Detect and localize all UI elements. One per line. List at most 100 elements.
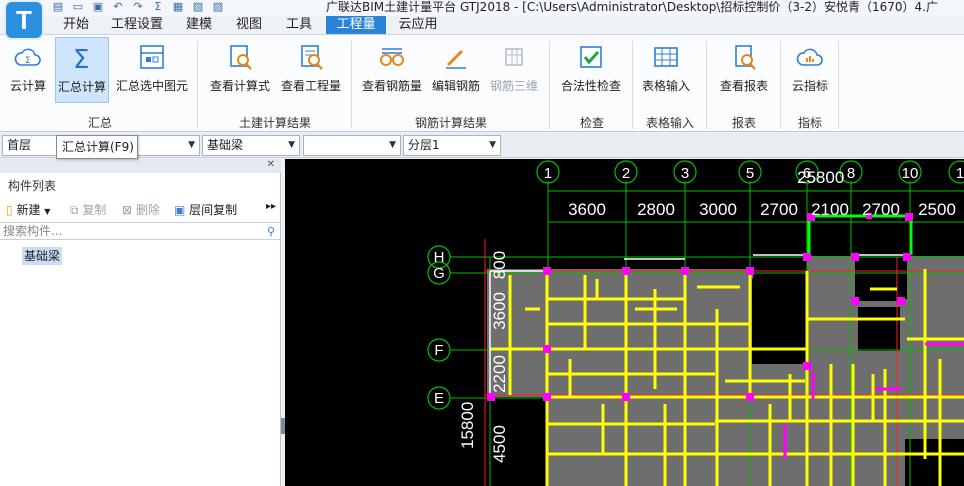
column-axis-label: 10: [902, 165, 919, 182]
quick-tool-3-icon[interactable]: ▧: [212, 0, 224, 14]
view-formula-button[interactable]: 查看计算式: [206, 37, 274, 103]
column-axis-label: 8: [847, 165, 855, 182]
group-label-report: 报表: [731, 116, 756, 130]
panel-title: 构件列表: [8, 179, 57, 193]
cloud-index-label: 云指标: [791, 79, 828, 93]
edit-rebar-button[interactable]: 编辑钢筋: [429, 37, 483, 103]
report-icon: [735, 45, 756, 70]
summary-selected-button[interactable]: 汇总选中图元: [113, 37, 191, 103]
column-axis-label: 3: [681, 165, 689, 182]
validity-check-button[interactable]: 合法性检查: [556, 37, 626, 103]
summary-calc-label: 汇总计算: [57, 80, 106, 94]
copy-button[interactable]: ⧉ 复制: [70, 201, 106, 218]
group-separator: [632, 41, 633, 129]
window-title: 广联达BIM土建计量平台 GTJ2018 - [C:\Users\Adminis…: [326, 0, 938, 14]
check-icon: [580, 46, 602, 68]
tab-view[interactable]: 视图: [226, 16, 272, 34]
column-axis-label: 1: [956, 165, 964, 182]
category-select[interactable]: ▼: [136, 135, 200, 156]
cloud-calc-button[interactable]: Σ 云计算: [4, 37, 52, 103]
panel-toolbar: ▯ 新建 ▼ ⧉ 复制 ⊠ 删除 ▣ 层间复制 ▸▸: [0, 197, 281, 221]
summary-selected-label: 汇总选中图元: [115, 79, 188, 93]
table-input-button[interactable]: 表格输入: [638, 37, 694, 103]
row-axis-text: HG F E: [433, 249, 445, 407]
folder-icon[interactable]: ▭: [72, 0, 84, 14]
delete-icon: ⊠: [122, 203, 133, 217]
floor-plan-drawing: 1 2 3 5 6 8 10 1 3600 2800 3000 2700 2100 2700 2500 H…: [427, 160, 964, 486]
search-icon[interactable]: ⚲: [267, 224, 275, 240]
column-dimension-label: 2100: [811, 200, 849, 219]
cloud-index-button[interactable]: 云指标: [786, 37, 834, 103]
rebar-3d-icon: [505, 48, 523, 66]
copy-label: 复制: [82, 203, 107, 217]
floor-copy-button[interactable]: ▣ 层间复制: [174, 201, 237, 218]
row-axis-label: F: [434, 342, 443, 359]
cloud-calc-label: 云计算: [9, 79, 46, 93]
view-quantity-label: 查看工程量: [280, 79, 341, 93]
undo-icon[interactable]: ↶: [112, 0, 124, 14]
app-logo[interactable]: T: [6, 2, 42, 38]
row-dimension-label: 800: [490, 251, 509, 279]
list-item[interactable]: 基础梁: [22, 247, 63, 265]
save-icon[interactable]: ▣: [92, 0, 104, 14]
tab-start[interactable]: 开始: [52, 16, 100, 34]
group-separator: [549, 41, 550, 129]
tab-cloud-apps[interactable]: 云应用: [390, 16, 446, 34]
floor-select[interactable]: 首层: [2, 135, 58, 156]
new-button[interactable]: ▯ 新建 ▼: [6, 201, 50, 218]
selector-toolbar: 首层 ▼ 基础梁 ▼ ▼ 分层1 ▼: [0, 133, 964, 158]
rebar-glasses-icon: [380, 48, 404, 66]
column-axis-text: 1 2 3 5 6 8 10 1: [544, 165, 964, 182]
column-dimension-label: 3600: [568, 200, 606, 219]
tab-project-settings[interactable]: 工程设置: [104, 16, 170, 34]
delete-label: 删除: [135, 203, 160, 217]
new-label: 新建: [16, 203, 41, 217]
tab-modeling[interactable]: 建模: [176, 16, 222, 34]
row-dimension-label: 3600: [490, 292, 509, 330]
redo-icon[interactable]: ↷: [132, 0, 144, 14]
svg-text:Σ: Σ: [73, 45, 89, 72]
group-separator: [838, 41, 839, 129]
summary-icon[interactable]: Σ: [152, 0, 164, 14]
close-icon[interactable]: ✕: [267, 159, 275, 170]
column-dimension-label: 2500: [918, 200, 956, 219]
column-dimension-label: 3000: [699, 200, 737, 219]
group-label-summary: 汇总: [87, 116, 112, 130]
row-axis-label: H: [434, 249, 445, 266]
column-axis-label: 2: [622, 165, 630, 182]
summary-calc-button[interactable]: Σ 汇总计算: [55, 37, 109, 103]
view-report-button[interactable]: 查看报表: [714, 37, 774, 103]
column-axis-label: 5: [746, 165, 754, 182]
app-window: ▤ ▭ ▣ ↶ ↷ Σ ▦ ▨ ▧ 广联达BIM土建计量平台 GTJ2018 -…: [0, 0, 964, 486]
tab-tools[interactable]: 工具: [276, 16, 322, 34]
chevron-down-icon: ▼: [44, 207, 51, 216]
quick-tool-2-icon[interactable]: ▨: [192, 0, 204, 14]
quick-access-toolbar: ▤ ▭ ▣ ↶ ↷ Σ ▦ ▨ ▧: [52, 0, 224, 14]
search-input[interactable]: 搜索构件... ⚲: [0, 222, 281, 240]
quick-tool-icon[interactable]: ▦: [172, 0, 184, 14]
view-quantity-button[interactable]: 查看工程量: [277, 37, 345, 103]
more-tools-icon[interactable]: ▸▸: [266, 201, 276, 212]
summary-calc-tooltip: 汇总计算(F9): [56, 135, 138, 159]
view-rebar-button[interactable]: 查看钢筋量: [359, 37, 425, 103]
view-report-label: 查看报表: [719, 79, 768, 93]
menu-bar: 开始 工程设置 建模 视图 工具 工程量 云应用: [0, 16, 964, 34]
open-icon[interactable]: ▤: [52, 0, 64, 14]
group-label-rebar-results: 钢筋计算结果: [414, 116, 487, 130]
layer-select[interactable]: 分层1 ▼: [403, 135, 501, 156]
layer-value: 分层1: [408, 138, 440, 152]
group-label-table-input: 表格输入: [645, 116, 694, 130]
tab-quantities[interactable]: 工程量: [326, 16, 386, 34]
panel-header: ✕: [0, 159, 281, 173]
floor-copy-icon: ▣: [174, 203, 186, 217]
delete-button[interactable]: ⊠ 删除: [122, 201, 160, 218]
sum-selected-icon: [140, 45, 164, 69]
drawing-canvas[interactable]: 1 2 3 5 6 8 10 1 3600 2800 3000 2700 2100 2700 2500 H…: [285, 159, 964, 486]
floor-select-value: 首层: [7, 138, 32, 152]
component-type-select[interactable]: 基础梁 ▼: [202, 135, 300, 156]
rebar-3d-button[interactable]: 钢筋三维: [487, 37, 541, 103]
total-width-dimension: 25800: [797, 168, 844, 187]
view-rebar-label: 查看钢筋量: [361, 79, 422, 93]
formula-magnifier-icon: [230, 45, 252, 70]
component-select[interactable]: ▼: [303, 135, 401, 156]
